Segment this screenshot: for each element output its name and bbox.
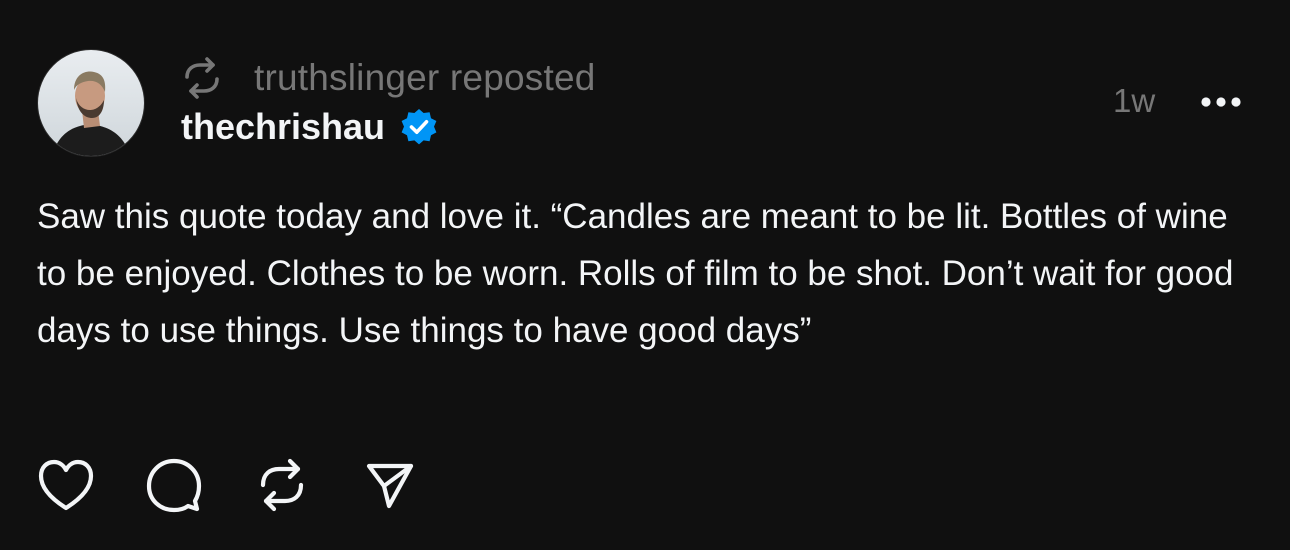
repost-icon (260, 458, 304, 512)
post-timestamp: 1w (1113, 82, 1156, 119)
repost-indicator: truthslinger reposted (183, 55, 596, 101)
author-username[interactable]: thechrishau (181, 106, 385, 148)
repost-label[interactable]: truthslinger reposted (254, 57, 596, 99)
repost-button[interactable] (252, 455, 312, 515)
share-icon (366, 463, 414, 509)
post-card: truthslinger reposted thechrishau 1w Saw… (0, 0, 1290, 550)
comment-button[interactable] (144, 455, 204, 515)
like-button[interactable] (36, 455, 96, 515)
avatar-image (38, 50, 144, 156)
comment-icon (146, 458, 202, 513)
more-options-icon[interactable] (1198, 90, 1244, 114)
repost-icon (183, 55, 221, 101)
verified-badge-icon (399, 107, 439, 147)
avatar[interactable] (37, 49, 145, 157)
author-row: thechrishau (181, 104, 439, 150)
action-bar (36, 455, 468, 515)
post-text: Saw this quote today and love it. “Candl… (37, 197, 1234, 350)
heart-icon (38, 459, 94, 511)
share-button[interactable] (360, 455, 420, 515)
